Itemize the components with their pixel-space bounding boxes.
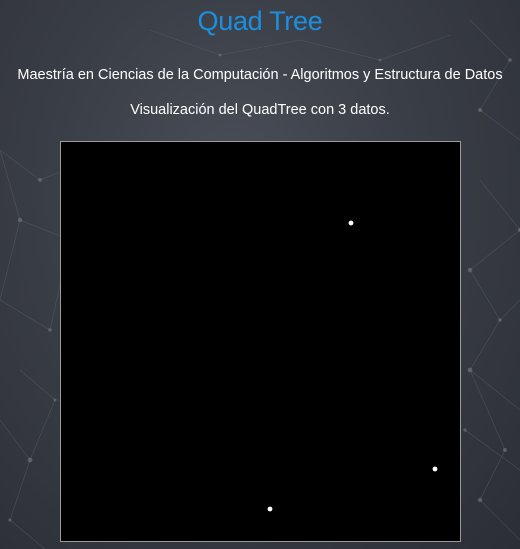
visualization-caption: Visualización del QuadTree con 3 datos. — [130, 102, 390, 118]
quadtree-point-2 — [432, 466, 438, 472]
quadtree-canvas — [60, 141, 461, 542]
page-subtitle: Maestría en Ciencias de la Computación -… — [17, 67, 503, 83]
quadtree-points-layer — [267, 220, 438, 512]
quadtree-point-1 — [348, 220, 354, 226]
page-title: Quad Tree — [197, 6, 323, 36]
quadtree-point-3 — [267, 506, 273, 512]
